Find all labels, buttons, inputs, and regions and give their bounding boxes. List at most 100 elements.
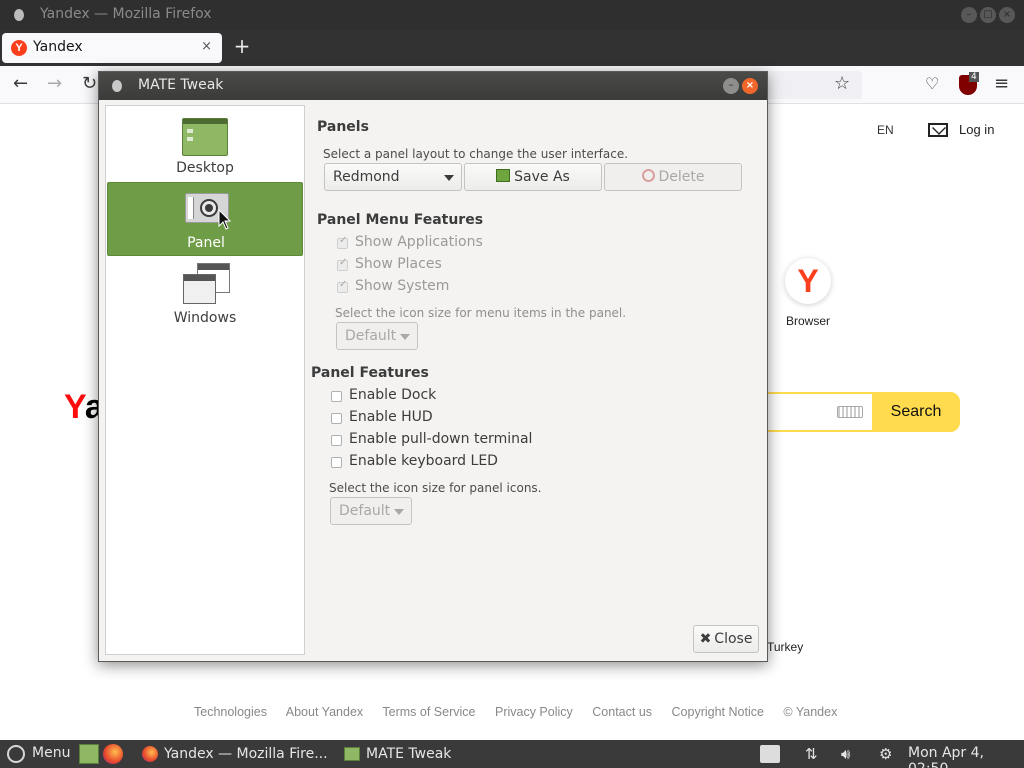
footer-copyright: © Yandex: [783, 705, 838, 719]
category-sidebar: Desktop Panel Windows: [105, 105, 305, 655]
dialog-titlebar[interactable]: MATE Tweak – ×: [99, 72, 767, 100]
footer-link-privacy[interactable]: Privacy Policy: [495, 705, 573, 719]
checkbox-label: Enable keyboard LED: [349, 453, 498, 469]
checkbox-box: [337, 235, 348, 249]
sidebar-item-label: Panel: [187, 235, 225, 251]
panel-layout-select[interactable]: Redmond: [324, 163, 462, 191]
bottom-panel: Menu Yandex — Mozilla Fire... MATE Tweak…: [0, 740, 1024, 768]
clipboard-icon[interactable]: [760, 745, 780, 763]
settings-gear-icon[interactable]: ⚙: [879, 745, 892, 763]
browser-label: Browser: [785, 314, 830, 328]
taskbar-item-firefox[interactable]: Yandex — Mozilla Fire...: [140, 740, 328, 768]
footer-links: Technologies About Yandex Terms of Servi…: [194, 705, 853, 719]
close-button[interactable]: ✖ Close: [693, 625, 759, 653]
browser-service-tile[interactable]: Y Browser: [776, 258, 840, 328]
footer-link-contact[interactable]: Contact us: [592, 705, 652, 719]
keyboard-icon[interactable]: [837, 406, 863, 418]
section-title-menu-features: Panel Menu Features: [317, 212, 484, 228]
region-label[interactable]: Turkey: [767, 640, 803, 654]
close-label: Close: [714, 631, 753, 647]
tab-close-icon[interactable]: ×: [201, 39, 212, 54]
section-title-panel-features: Panel Features: [311, 365, 429, 381]
firefox-launcher-icon[interactable]: [103, 744, 123, 764]
checkbox-box: [331, 391, 342, 402]
network-icon[interactable]: ⇅: [805, 745, 818, 763]
sidebar-item-label: Windows: [173, 310, 237, 326]
language-switch[interactable]: EN: [877, 123, 894, 137]
footer-link-about[interactable]: About Yandex: [286, 705, 363, 719]
mate-tweak-icon: [344, 747, 360, 761]
sidebar-item-windows[interactable]: Windows: [107, 258, 303, 332]
panel-icon-size-select[interactable]: Default: [330, 497, 412, 525]
tab-title: Yandex: [33, 39, 83, 55]
pocket-icon[interactable]: ♡: [925, 74, 939, 94]
sidebar-item-desktop[interactable]: Desktop: [107, 108, 303, 182]
reload-icon[interactable]: ↻: [82, 74, 97, 94]
close-icon: ✖: [699, 631, 712, 647]
window-menu-icon[interactable]: [14, 9, 24, 21]
dialog-close-icon[interactable]: ×: [742, 78, 758, 94]
panel-layout-value: Redmond: [333, 169, 400, 185]
checkbox-box: [331, 413, 342, 424]
mate-tweak-dialog: MATE Tweak – × Desktop Panel Windows Pan…: [98, 71, 768, 662]
chevron-down-icon: [394, 509, 404, 515]
panel-settings: Panels Select a panel layout to change t…: [311, 105, 761, 655]
menu-icon-size-value: Default: [345, 328, 397, 344]
save-as-icon: [496, 169, 511, 182]
checkbox-box: [337, 257, 348, 271]
footer-link-copyright[interactable]: Copyright Notice: [672, 705, 764, 719]
maximize-icon[interactable]: □: [980, 7, 996, 23]
chevron-down-icon: [400, 334, 410, 340]
checkbox-label: Enable pull-down terminal: [349, 431, 533, 447]
yandex-favicon-icon: Y: [11, 40, 27, 56]
taskbar-item-label: Yandex — Mozilla Fire...: [164, 746, 328, 762]
panels-hint: Select a panel layout to change the user…: [323, 147, 629, 161]
close-window-icon[interactable]: ×: [999, 7, 1015, 23]
checkbox-label: Show Places: [355, 256, 442, 272]
firefox-icon: [142, 746, 158, 762]
chevron-down-icon: [444, 175, 454, 181]
bookmark-star-icon[interactable]: ☆: [834, 74, 850, 94]
new-tab-button[interactable]: +: [232, 35, 252, 57]
section-title-panels: Panels: [317, 119, 369, 135]
firefox-window-title: Yandex — Mozilla Firefox: [40, 6, 212, 22]
panel-icon-size-value: Default: [339, 503, 391, 519]
menu-button[interactable]: Menu: [32, 745, 70, 761]
checkbox-box: [331, 457, 342, 468]
save-as-button[interactable]: Save As: [464, 163, 602, 191]
login-label: Log in: [959, 122, 995, 137]
delete-label: Delete: [658, 169, 705, 185]
minimize-icon[interactable]: –: [961, 7, 977, 23]
panel-icon-size-hint: Select the icon size for panel icons.: [329, 481, 542, 495]
dialog-window-menu-icon[interactable]: [112, 80, 122, 92]
checkbox-box: [337, 279, 348, 293]
forward-icon[interactable]: →: [47, 74, 62, 94]
search-button[interactable]: Search: [872, 392, 960, 432]
mouse-cursor-icon: [218, 209, 232, 230]
menu-icon-size-hint: Select the icon size for menu items in t…: [335, 306, 627, 320]
delete-button[interactable]: Delete: [604, 163, 742, 191]
footer-link-terms[interactable]: Terms of Service: [382, 705, 475, 719]
sidebar-item-panel[interactable]: Panel: [107, 182, 303, 256]
windows-icon-back: [183, 274, 216, 304]
hamburger-menu-icon[interactable]: ≡: [994, 74, 1009, 94]
back-icon[interactable]: ←: [13, 74, 28, 94]
firefox-titlebar: Yandex — Mozilla Firefox – □ ×: [0, 0, 1024, 30]
taskbar-item-label: MATE Tweak: [366, 746, 452, 762]
files-launcher-icon[interactable]: [79, 744, 99, 764]
tab-yandex[interactable]: Y Yandex ×: [2, 33, 222, 63]
menu-icon-size-select[interactable]: Default: [336, 322, 418, 350]
checkbox-label: Enable HUD: [349, 409, 433, 425]
footer-link-technologies[interactable]: Technologies: [194, 705, 267, 719]
clock[interactable]: Mon Apr 4, 02:50: [908, 745, 1024, 768]
volume-icon[interactable]: 🔊︎: [841, 745, 850, 763]
checkbox-box: [331, 435, 342, 446]
dialog-title: MATE Tweak: [138, 77, 224, 93]
mate-menu-icon[interactable]: [7, 745, 25, 763]
taskbar-item-mate-tweak[interactable]: MATE Tweak: [342, 740, 451, 768]
firefox-tabbar: Y Yandex ×: [0, 30, 1024, 66]
checkbox-label: Enable Dock: [349, 387, 437, 403]
desktop-icon: [182, 118, 228, 156]
delete-icon: [641, 169, 655, 182]
dialog-minimize-icon[interactable]: –: [723, 78, 739, 94]
